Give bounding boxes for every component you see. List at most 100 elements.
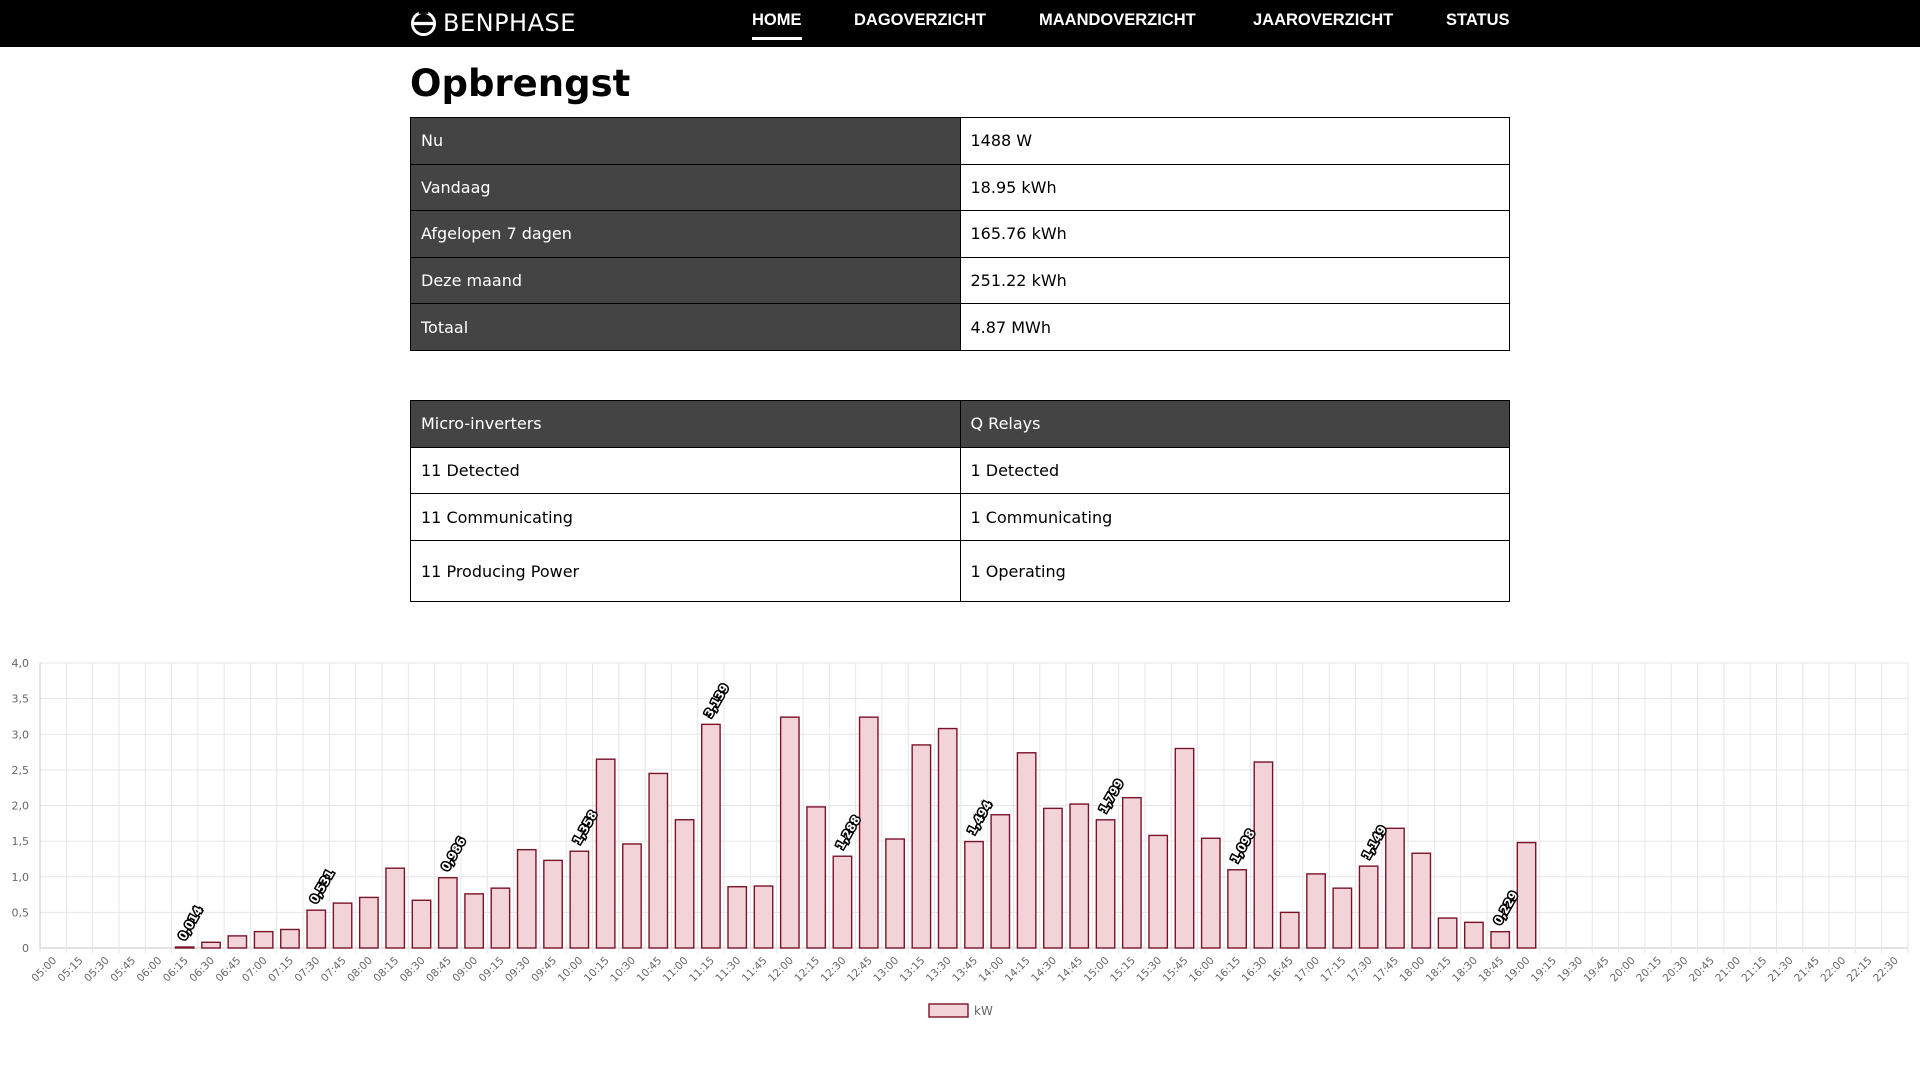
chart-bar <box>385 867 406 949</box>
chart-bar <box>516 848 537 949</box>
y-tick-label: 1,0 <box>12 871 30 884</box>
x-tick-label: 15:45 <box>1161 955 1191 985</box>
chart-bar <box>595 758 616 949</box>
x-tick-label: 13:30 <box>924 955 954 985</box>
chart-bar <box>543 859 563 949</box>
data-label: 1,494 <box>964 799 994 838</box>
x-tick-label: 17:30 <box>1345 955 1375 985</box>
x-tick-label: 18:30 <box>1450 955 1480 985</box>
legend-label: kW <box>974 1004 993 1018</box>
data-label: 1,288 <box>833 813 863 852</box>
row-value: 251.22 kWh <box>959 256 1510 305</box>
chart-bar <box>358 896 379 949</box>
chart-bar <box>806 806 827 949</box>
data-label: 3,139 <box>701 681 731 720</box>
chart-bar <box>1411 852 1432 949</box>
x-tick-label: 07:00 <box>240 955 270 985</box>
x-tick-label: 14:00 <box>977 955 1007 985</box>
x-tick-label: 17:15 <box>1319 955 1349 985</box>
chart-bar <box>832 855 853 949</box>
x-tick-label: 08:00 <box>345 955 375 985</box>
table-row: Totaal 4.87 MWh <box>410 303 1510 351</box>
x-tick-label: 11:15 <box>687 955 717 985</box>
x-tick-label: 05:15 <box>56 955 86 985</box>
data-label: 1,149 <box>1359 823 1389 862</box>
x-tick-label: 12:30 <box>819 955 849 985</box>
x-tick-label: 16:00 <box>1187 955 1217 985</box>
nav-jaaroverzicht[interactable]: JAAROVERZICHT <box>1253 11 1393 30</box>
x-tick-label: 21:15 <box>1740 955 1770 985</box>
chart-bar <box>1095 819 1116 949</box>
row-label: Afgelopen 7 dagen <box>410 210 961 258</box>
table-row: Nu 1488 W <box>410 117 1510 165</box>
row-value: 165.76 kWh <box>959 210 1510 258</box>
nav-status[interactable]: STATUS <box>1446 11 1510 30</box>
chart-bar <box>411 899 432 949</box>
y-tick-label: 2,0 <box>12 800 30 813</box>
chart-bar <box>911 744 932 949</box>
x-tick-label: 15:15 <box>1108 955 1138 985</box>
x-tick-label: 06:45 <box>214 955 244 985</box>
chart-bar <box>937 727 958 949</box>
nav-maandoverzicht[interactable]: MAANDOVERZICHT <box>1039 11 1196 30</box>
chart-bar <box>437 877 458 949</box>
chart-bar <box>1490 930 1511 949</box>
chart-bar <box>332 902 353 949</box>
x-tick-label: 07:45 <box>319 955 349 985</box>
chart-bar <box>1148 834 1169 949</box>
x-tick-label: 19:00 <box>1503 955 1533 985</box>
chart-bar <box>779 716 800 949</box>
table-row: Afgelopen 7 dagen 165.76 kWh <box>410 210 1510 258</box>
x-tick-label: 15:00 <box>1082 955 1112 985</box>
column-header: Q Relays <box>959 400 1510 448</box>
x-tick-label: 19:45 <box>1582 955 1612 985</box>
chart-bar <box>700 723 721 949</box>
x-tick-label: 08:30 <box>398 955 428 985</box>
nav-home[interactable]: HOME <box>752 11 802 40</box>
x-tick-label: 20:00 <box>1608 955 1638 985</box>
chart-bar <box>1253 761 1274 949</box>
x-tick-label: 13:45 <box>950 955 980 985</box>
chart-bar <box>753 885 774 949</box>
x-tick-label: 17:00 <box>1292 955 1322 985</box>
x-tick-label: 15:30 <box>1134 955 1164 985</box>
chart-bar <box>227 935 248 949</box>
row-label: Nu <box>410 117 961 165</box>
x-tick-label: 14:15 <box>1003 955 1033 985</box>
x-tick-label: 06:15 <box>161 955 191 985</box>
chart-bar <box>858 716 879 949</box>
table-cell: 1 Detected <box>959 446 1510 495</box>
chart-bar <box>1016 752 1037 949</box>
data-label: 0,531 <box>307 867 337 906</box>
chart-bar <box>569 850 590 949</box>
table-cell: 11 Communicating <box>410 493 961 542</box>
chart-bar <box>674 819 695 949</box>
chart-bar <box>1385 827 1405 949</box>
x-tick-label: 09:15 <box>477 955 507 985</box>
chart-bar <box>885 838 905 949</box>
table-row: Vandaag 18.95 kWh <box>410 163 1510 212</box>
chart-legend[interactable]: kW <box>928 1003 993 1018</box>
nav-dagoverzicht[interactable]: DAGOVERZICHT <box>854 11 986 30</box>
chart-bar <box>1437 917 1458 949</box>
row-value: 1488 W <box>959 117 1510 165</box>
devices-table: Micro-inverters Q Relays 11 Detected 1 D… <box>410 400 1510 603</box>
brand-logo[interactable]: BENPHASE <box>410 8 576 38</box>
x-tick-label: 16:15 <box>1213 955 1243 985</box>
chart-bar <box>1279 911 1300 949</box>
chart-bar <box>1069 803 1090 949</box>
x-tick-label: 18:15 <box>1424 955 1454 985</box>
table-row: 11 Producing Power 1 Operating <box>410 540 1510 603</box>
chart-bar <box>1463 921 1484 949</box>
y-tick-label: 0,5 <box>12 906 30 919</box>
y-tick-label: 1,5 <box>12 835 30 848</box>
data-label: 0,986 <box>438 835 468 874</box>
x-tick-label: 10:45 <box>635 955 665 985</box>
table-cell: 11 Detected <box>410 446 961 495</box>
top-navigation-bar: BENPHASE HOME DAGOVERZICHT MAANDOVERZICH… <box>0 0 1920 47</box>
chart-bar <box>1121 796 1142 949</box>
row-value: 4.87 MWh <box>959 303 1510 351</box>
chart-bar <box>306 909 327 949</box>
table-row: 11 Communicating 1 Communicating <box>410 493 1510 542</box>
x-tick-label: 19:30 <box>1555 955 1585 985</box>
